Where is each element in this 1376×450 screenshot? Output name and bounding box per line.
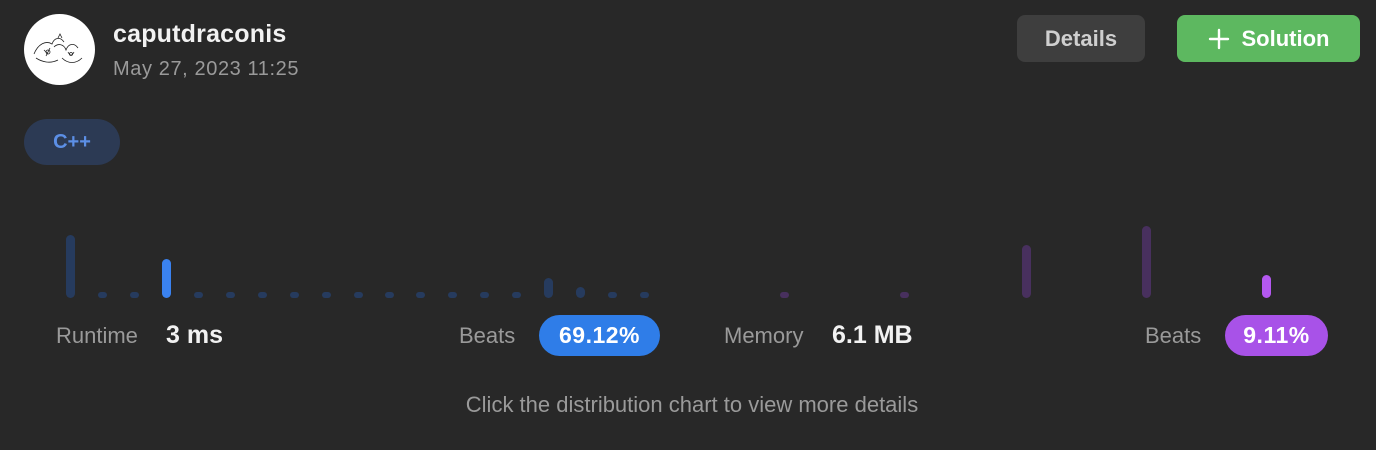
runtime-distribution-bar[interactable] <box>416 292 425 298</box>
chart-hint: Click the distribution chart to view mor… <box>465 392 919 417</box>
runtime-distribution-bar[interactable] <box>608 292 617 298</box>
language-label: C++ <box>53 130 91 153</box>
memory-beats-value: 9.11% <box>1243 322 1310 348</box>
runtime-distribution-bar[interactable] <box>448 292 457 298</box>
memory-distribution-bar[interactable] <box>780 292 789 298</box>
language-tag: C++ <box>24 119 120 165</box>
details-button[interactable]: Details <box>1017 15 1145 62</box>
username[interactable]: caputdraconis <box>113 20 286 49</box>
runtime-beats-label: Beats <box>459 323 516 348</box>
runtime-distribution-bar[interactable] <box>640 292 649 298</box>
runtime-distribution-bar[interactable] <box>290 292 299 298</box>
avatar[interactable] <box>24 14 95 85</box>
runtime-label: Runtime <box>56 323 138 348</box>
solution-button-label: Solution <box>1241 25 1330 51</box>
runtime-distribution-bar[interactable] <box>130 292 139 298</box>
runtime-distribution-bar[interactable] <box>162 259 171 298</box>
memory-label: Memory <box>724 323 804 348</box>
memory-distribution-bar[interactable] <box>1262 275 1271 298</box>
details-button-label: Details <box>1044 25 1118 51</box>
runtime-distribution-bar[interactable] <box>258 292 267 298</box>
runtime-distribution-bar[interactable] <box>194 292 203 298</box>
plus-icon <box>1208 28 1229 49</box>
avatar-sketch-icon <box>33 33 83 63</box>
runtime-distribution-bar[interactable] <box>385 292 394 298</box>
solution-button[interactable]: Solution <box>1177 15 1360 62</box>
submission-panel: caputdraconis May 27, 2023 11:25 Details… <box>0 0 1376 450</box>
runtime-distribution-bar[interactable] <box>512 292 521 298</box>
memory-distribution-bar[interactable] <box>900 292 909 298</box>
runtime-distribution-bar[interactable] <box>98 292 107 298</box>
runtime-distribution-bar[interactable] <box>226 292 235 298</box>
memory-distribution-bar[interactable] <box>1022 245 1031 298</box>
runtime-distribution-bar[interactable] <box>322 292 331 298</box>
memory-beats-label: Beats <box>1145 323 1202 348</box>
runtime-beats-badge: 69.12% <box>539 315 660 356</box>
runtime-distribution-bar[interactable] <box>480 292 489 298</box>
submission-timestamp: May 27, 2023 11:25 <box>113 58 300 80</box>
runtime-beats-value: 69.12% <box>558 322 640 348</box>
memory-beats-badge: 9.11% <box>1225 315 1328 356</box>
runtime-distribution-bar[interactable] <box>544 278 553 298</box>
memory-value: 6.1 MB <box>832 321 913 349</box>
distribution-chart[interactable] <box>0 200 1376 300</box>
memory-distribution-bar[interactable] <box>1142 226 1151 298</box>
runtime-distribution-bar[interactable] <box>576 287 585 298</box>
runtime-distribution-bar[interactable] <box>354 292 363 298</box>
runtime-distribution-bar[interactable] <box>66 235 75 298</box>
runtime-value: 3 ms <box>166 321 223 349</box>
